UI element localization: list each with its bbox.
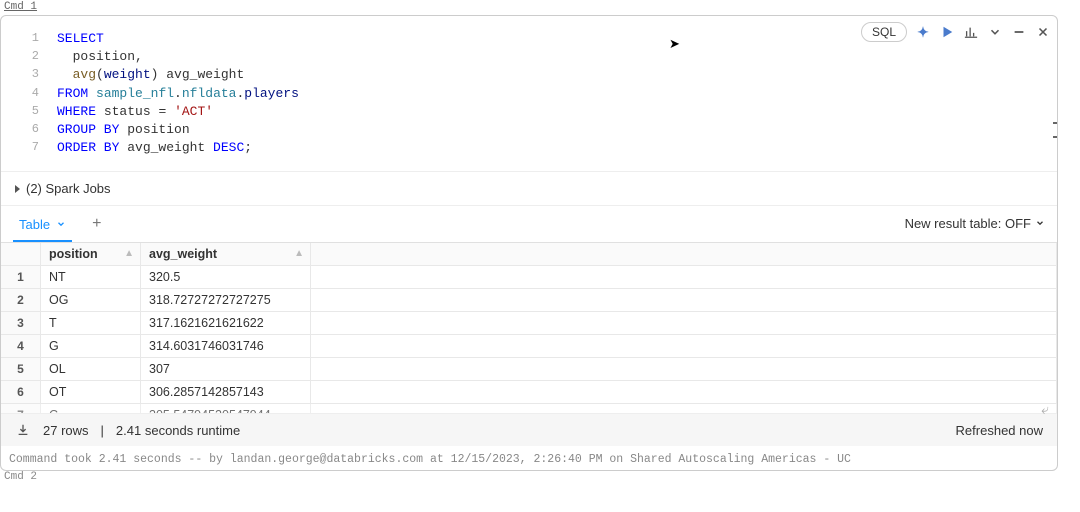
cell-avg-weight: 307 <box>141 358 311 380</box>
notebook-cell: ➤ SQL ✦ 1SELECT2 position,3 avg(weight) … <box>0 15 1058 471</box>
row-index: 5 <box>1 358 41 380</box>
line-number: 6 <box>1 121 57 139</box>
chevron-down-icon[interactable] <box>56 217 66 232</box>
line-number: 1 <box>1 30 57 48</box>
row-index: 1 <box>1 266 41 288</box>
table-row[interactable]: 7C305.54794520547944 <box>1 404 1057 414</box>
cell-position: OT <box>41 381 141 403</box>
minimize-icon[interactable] <box>1011 24 1027 40</box>
sort-icon[interactable]: ▲ <box>294 248 304 259</box>
cell-avg-weight: 320.5 <box>141 266 311 288</box>
row-count: 27 rows <box>43 423 89 438</box>
assist-icon[interactable]: ✦ <box>915 24 931 40</box>
cell-toolbar: SQL ✦ <box>861 22 1051 42</box>
next-cell-title: Cmd 2 <box>0 471 1058 483</box>
chevron-down-icon[interactable] <box>987 24 1003 40</box>
separator: | <box>101 423 104 438</box>
column-header[interactable]: avg_weight▲ <box>141 243 311 265</box>
cell-avg-weight: 314.6031746031746 <box>141 335 311 357</box>
add-tab-button[interactable]: + <box>92 215 101 237</box>
status-bar: 27 rows | 2.41 seconds runtime Refreshed… <box>1 414 1057 446</box>
cell-position: G <box>41 335 141 357</box>
cell-position: NT <box>41 266 141 288</box>
code-line: 6GROUP BY position <box>1 121 1057 139</box>
table-header: position▲avg_weight▲ <box>1 243 1057 266</box>
code-line: 4FROM sample_nfl.nfldata.players <box>1 85 1057 103</box>
cell-position: T <box>41 312 141 334</box>
row-index: 2 <box>1 289 41 311</box>
result-table-toggle[interactable]: New result table: OFF <box>905 216 1045 237</box>
code-content: avg(weight) avg_weight <box>57 66 1057 84</box>
table-row[interactable]: 6OT306.2857142857143 <box>1 381 1057 404</box>
cell-avg-weight: 305.54794520547944 <box>141 404 311 413</box>
row-index: 3 <box>1 312 41 334</box>
code-content: ORDER BY avg_weight DESC; <box>57 139 1057 157</box>
line-number: 4 <box>1 85 57 103</box>
table-row[interactable]: 5OL307 <box>1 358 1057 381</box>
result-tabs: Table + New result table: OFF <box>1 205 1057 242</box>
spark-jobs-label: (2) Spark Jobs <box>26 181 111 196</box>
row-index: 6 <box>1 381 41 403</box>
cell-position: OG <box>41 289 141 311</box>
chart-icon[interactable] <box>963 24 979 40</box>
table-row[interactable]: 4G314.6031746031746 <box>1 335 1057 358</box>
spark-jobs-toggle[interactable]: (2) Spark Jobs <box>1 171 1057 205</box>
result-table: position▲avg_weight▲1NT320.52OG318.72727… <box>1 242 1057 414</box>
cell-position: C <box>41 404 141 413</box>
line-number: 2 <box>1 48 57 66</box>
download-icon[interactable] <box>15 422 31 438</box>
cell-avg-weight: 317.1621621621622 <box>141 312 311 334</box>
code-line: 5WHERE status = 'ACT' <box>1 103 1057 121</box>
line-number: 3 <box>1 66 57 84</box>
cell-position: OL <box>41 358 141 380</box>
row-index: 7 <box>1 404 41 413</box>
code-line: 7ORDER BY avg_weight DESC; <box>1 139 1057 157</box>
row-index: 4 <box>1 335 41 357</box>
line-number: 5 <box>1 103 57 121</box>
cell-avg-weight: 306.2857142857143 <box>141 381 311 403</box>
cell-avg-weight: 318.72727272727275 <box>141 289 311 311</box>
code-line: 3 avg(weight) avg_weight <box>1 66 1057 84</box>
refreshed-label: Refreshed now <box>956 423 1043 438</box>
command-footer: Command took 2.41 seconds -- by landan.g… <box>1 446 1057 470</box>
collapse-handle[interactable] <box>1053 122 1058 138</box>
code-content: GROUP BY position <box>57 121 1057 139</box>
table-row[interactable]: 2OG318.72727272727275 <box>1 289 1057 312</box>
table-row[interactable]: 1NT320.5 <box>1 266 1057 289</box>
code-line: 2 position, <box>1 48 1057 66</box>
return-icon: ⤶ <box>1041 401 1049 418</box>
close-icon[interactable] <box>1035 24 1051 40</box>
language-pill[interactable]: SQL <box>861 22 907 42</box>
code-content: WHERE status = 'ACT' <box>57 103 1057 121</box>
cell-title: Cmd 1 <box>0 0 1058 15</box>
result-toggle-label: New result table: OFF <box>905 216 1031 231</box>
table-row[interactable]: 3T317.1621621621622 <box>1 312 1057 335</box>
code-content: FROM sample_nfl.nfldata.players <box>57 85 1057 103</box>
run-icon[interactable] <box>939 24 955 40</box>
tab-label: Table <box>19 217 50 232</box>
sort-icon[interactable]: ▲ <box>124 248 134 259</box>
tab-table[interactable]: Table <box>13 210 72 242</box>
column-header[interactable]: position▲ <box>41 243 141 265</box>
caret-right-icon <box>15 185 20 193</box>
line-number: 7 <box>1 139 57 157</box>
code-content: position, <box>57 48 1057 66</box>
runtime: 2.41 seconds runtime <box>116 423 240 438</box>
row-index-header <box>1 243 41 265</box>
